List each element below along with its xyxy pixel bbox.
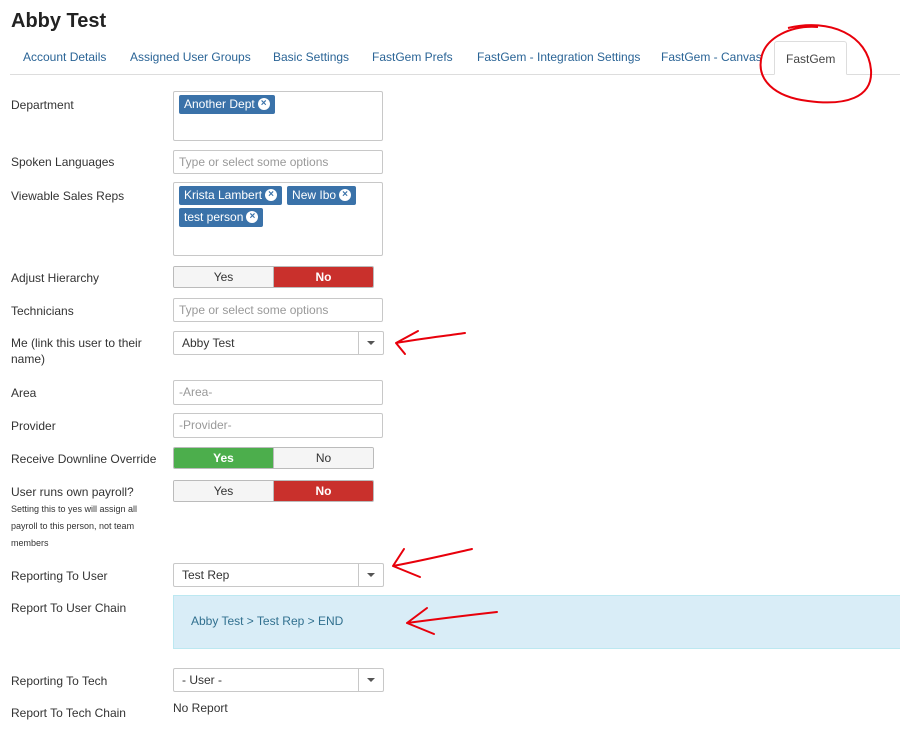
area-placeholder: -Area-	[179, 385, 213, 399]
adjust-hierarchy-toggle: Yes No	[173, 266, 374, 288]
close-circle-icon[interactable]: ×	[257, 97, 270, 110]
receive-downline-override-no-button[interactable]: No	[273, 448, 373, 468]
viewable-sales-reps-multiselect[interactable]: Krista Lambert × New Ibo ×test person ×	[173, 182, 383, 256]
adjust-hierarchy-no-button[interactable]: No	[273, 267, 373, 287]
reporting-to-tech-value: - User -	[182, 673, 222, 687]
caret-down-icon[interactable]	[358, 332, 383, 354]
tab-fastgem[interactable]: FastGem	[774, 41, 848, 75]
reporting-to-user-select[interactable]: Test Rep	[173, 563, 384, 587]
tab-fastgem-prefs[interactable]: FastGem Prefs	[372, 40, 453, 74]
adjust-hierarchy-label: Adjust Hierarchy	[11, 271, 100, 285]
viewable-sales-reps-label: Viewable Sales Reps	[11, 189, 125, 203]
user-runs-own-payroll-label: User runs own payroll? Setting this to y…	[11, 484, 161, 552]
report-to-tech-chain-label: Report To Tech Chain	[11, 706, 126, 720]
payroll-no-button[interactable]: No	[273, 481, 373, 501]
report-to-user-chain-box: Abby Test > Test Rep > END	[173, 595, 900, 649]
chip-label: Krista Lambert	[184, 188, 263, 202]
close-circle-icon[interactable]: ×	[339, 188, 352, 201]
tab-bar: Account Details Assigned User Groups Bas…	[10, 40, 900, 75]
close-circle-icon[interactable]: ×	[246, 210, 259, 223]
caret-down-icon[interactable]	[358, 669, 383, 691]
area-label: Area	[11, 386, 37, 400]
chip-label: Another Dept	[184, 97, 255, 111]
report-to-user-chain-label: Report To User Chain	[11, 601, 127, 615]
reporting-to-user-label: Reporting To User	[11, 569, 108, 583]
reporting-to-tech-label: Reporting To Tech	[11, 674, 108, 688]
department-multiselect[interactable]: Another Dept ×	[173, 91, 383, 141]
tab-basic-settings[interactable]: Basic Settings	[273, 40, 349, 74]
sales-rep-chip: New Ibo ×	[287, 186, 357, 205]
sales-rep-chip: test person ×	[179, 208, 264, 227]
payroll-yes-button[interactable]: Yes	[174, 481, 273, 501]
receive-downline-override-yes-button[interactable]: Yes	[174, 448, 273, 468]
me-selected-value: Abby Test	[182, 336, 235, 350]
spoken-languages-input[interactable]: Type or select some options	[173, 150, 383, 174]
provider-label: Provider	[11, 419, 56, 433]
chip-label: New Ibo	[292, 188, 337, 202]
technicians-label: Technicians	[11, 304, 74, 318]
reporting-to-tech-select[interactable]: - User -	[173, 668, 384, 692]
chip-label: test person	[184, 210, 244, 224]
provider-select[interactable]: -Provider-	[173, 413, 383, 438]
page-title: Abby Test	[11, 10, 107, 32]
tab-account-details[interactable]: Account Details	[23, 40, 106, 74]
department-chip: Another Dept ×	[179, 95, 275, 114]
technicians-placeholder: Type or select some options	[179, 303, 329, 317]
me-label: Me (link this user to their name)	[11, 336, 142, 366]
payroll-label-text: User runs own payroll?	[11, 485, 134, 499]
report-to-user-chain-value: Abby Test > Test Rep > END	[191, 614, 344, 628]
technicians-input[interactable]: Type or select some options	[173, 298, 383, 322]
annotation-arrow-reporting-user	[392, 548, 473, 578]
annotation-arrow-me	[395, 330, 466, 355]
receive-downline-override-toggle: Yes No	[173, 447, 374, 469]
close-circle-icon[interactable]: ×	[265, 188, 278, 201]
me-select[interactable]: Abby Test	[173, 331, 384, 355]
department-label: Department	[11, 98, 74, 112]
tab-fastgem-canvas[interactable]: FastGem - Canvas	[661, 40, 762, 74]
tab-fastgem-integration-settings[interactable]: FastGem - Integration Settings	[477, 40, 640, 74]
spoken-languages-label: Spoken Languages	[11, 155, 115, 169]
payroll-help-text: Setting this to yes will assign all payr…	[11, 504, 138, 548]
caret-down-icon[interactable]	[358, 564, 383, 586]
sales-rep-chip: Krista Lambert ×	[179, 186, 283, 205]
provider-placeholder: -Provider-	[179, 418, 232, 432]
receive-downline-override-label: Receive Downline Override	[11, 452, 157, 466]
adjust-hierarchy-yes-button[interactable]: Yes	[174, 267, 273, 287]
area-select[interactable]: -Area-	[173, 380, 383, 405]
user-runs-own-payroll-toggle: Yes No	[173, 480, 374, 502]
report-to-tech-chain-value: No Report	[173, 701, 228, 715]
spoken-languages-placeholder: Type or select some options	[179, 155, 329, 169]
tab-assigned-user-groups[interactable]: Assigned User Groups	[130, 40, 251, 74]
reporting-to-user-value: Test Rep	[182, 568, 230, 582]
